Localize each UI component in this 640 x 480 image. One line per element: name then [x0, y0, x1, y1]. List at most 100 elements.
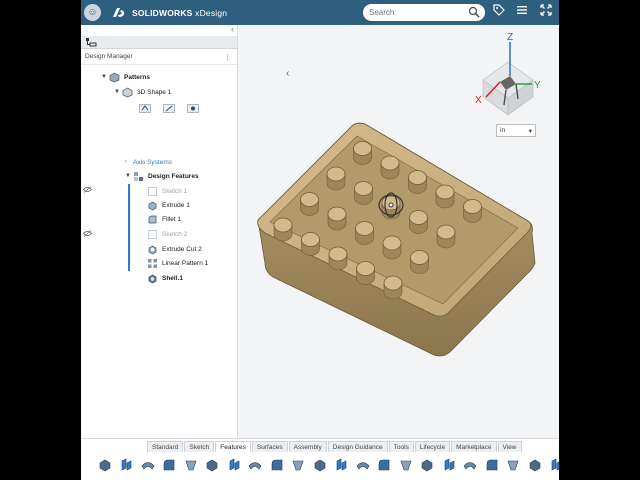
tab-assembly[interactable]: Assembly: [288, 441, 327, 452]
tab-standard[interactable]: Standard: [147, 441, 184, 452]
chevron-down-icon: ▾: [528, 127, 532, 135]
expand-arrow-icon[interactable]: ›: [125, 159, 133, 165]
collapse-panel-icon[interactable]: ‹: [231, 24, 234, 34]
sketch-icon: [148, 229, 157, 239]
isolate-icon[interactable]: [187, 103, 199, 113]
pattern-tool-icon[interactable]: [310, 456, 329, 474]
point-tool-icon[interactable]: [439, 456, 458, 474]
tab-tools[interactable]: Tools: [388, 441, 414, 452]
appearance-tool-icon[interactable]: [525, 456, 544, 474]
app-brand: SOLIDWORKS xDesign: [132, 8, 227, 18]
fullscreen-icon[interactable]: [538, 4, 554, 20]
tree-label: Axis Systems: [133, 158, 173, 166]
split-tool-icon[interactable]: [375, 456, 394, 474]
cylinder-post: [435, 184, 455, 209]
mirror-tool-icon[interactable]: [332, 456, 351, 474]
hidden-eye-icon[interactable]: [83, 230, 92, 239]
search-box[interactable]: [363, 4, 485, 21]
tree-item-design-features[interactable]: ▼ Design Features: [125, 169, 199, 183]
more-tools-icon[interactable]: [547, 456, 559, 474]
tray-model[interactable]: [257, 122, 536, 357]
chamfer-tool-icon[interactable]: [181, 456, 200, 474]
command-tabs: Standard Sketch Features Surfaces Assembly De…: [147, 441, 523, 453]
tree-label: Linear Pattern 1: [162, 259, 209, 267]
ds-logo-icon: [113, 7, 125, 17]
draft-tool-icon[interactable]: [246, 456, 265, 474]
patterns-icon: [109, 72, 120, 82]
cylinder-post: [410, 250, 429, 274]
move-tool-icon[interactable]: [396, 456, 415, 474]
tree-item-sketch-1[interactable]: Sketch 1: [147, 184, 187, 198]
measure-tool-icon[interactable]: [482, 456, 501, 474]
expand-arrow-icon[interactable]: ▼: [114, 89, 122, 95]
expand-arrow-icon[interactable]: ▼: [101, 74, 109, 80]
more-options-icon[interactable]: ⋮: [225, 53, 232, 61]
cylinder-post: [382, 235, 402, 260]
cylinder-post: [273, 217, 293, 242]
tree-item-axis-systems[interactable]: › Axis Systems: [125, 155, 172, 169]
cylinder-post: [463, 199, 482, 223]
cylinder-post: [409, 210, 428, 234]
feature-tools: [95, 456, 559, 474]
cylinder-post: [355, 221, 374, 245]
view-icon[interactable]: [139, 103, 151, 113]
linear-pattern-icon: [148, 258, 157, 268]
graphics-viewport[interactable]: X Z Y: [238, 25, 559, 438]
expand-arrow-icon[interactable]: ▼: [125, 173, 133, 179]
cylinder-post: [354, 181, 373, 205]
shell-tool-icon[interactable]: [203, 456, 222, 474]
tab-design-guidance[interactable]: Design Guidance: [327, 441, 388, 452]
tab-surfaces[interactable]: Surfaces: [251, 441, 288, 452]
avatar[interactable]: ☺: [84, 4, 101, 21]
tree-item-linear-pattern-1[interactable]: Linear Pattern 1: [147, 256, 208, 270]
cylinder-post: [436, 224, 456, 249]
product-name: xDesign: [195, 7, 228, 18]
model-canvas[interactable]: X Z Y: [238, 25, 559, 438]
tag-icon[interactable]: [491, 4, 507, 20]
tab-lifecycle[interactable]: Lifecycle: [414, 441, 451, 452]
extrude-icon: [148, 201, 157, 210]
command-bar: Standard Sketch Features Surfaces Assembly De…: [81, 438, 559, 480]
unit-select[interactable]: in ▾: [496, 124, 536, 137]
cylinder-post: [380, 155, 400, 180]
fillet-tool-icon[interactable]: [160, 456, 179, 474]
collapse-arrow-icon[interactable]: ‹: [286, 68, 289, 79]
menu-icon[interactable]: [514, 4, 530, 20]
tab-features[interactable]: Features: [215, 441, 251, 452]
boolean-tool-icon[interactable]: [353, 456, 372, 474]
tree-tab-icon[interactable]: [85, 37, 97, 48]
tab-sketch[interactable]: Sketch: [184, 441, 215, 452]
tree-item-extrude-1[interactable]: Extrude 1: [147, 198, 190, 212]
features-icon: [134, 171, 143, 181]
tab-marketplace[interactable]: Marketplace: [451, 441, 497, 452]
sweep-tool-icon[interactable]: [138, 456, 157, 474]
hole-tool-icon[interactable]: [224, 456, 243, 474]
revolve-tool-icon[interactable]: [117, 456, 136, 474]
tree-label: Shell.1: [162, 274, 183, 282]
cylinder-post: [328, 246, 348, 271]
tree-label: Design Features: [148, 172, 199, 180]
tree-label: Patterns: [124, 73, 151, 81]
tree-label: Extrude Cut 2: [162, 245, 202, 253]
tree-item-extrude-cut-2[interactable]: Extrude Cut 2: [147, 242, 202, 256]
tree-item-sketch-2[interactable]: Sketch 2: [147, 227, 187, 241]
tree-label: 3D Shape 1: [137, 88, 172, 96]
loft-tool-icon[interactable]: [289, 456, 308, 474]
cylinder-post: [383, 275, 403, 300]
plane-tool-icon[interactable]: [418, 456, 437, 474]
view-triad-icon[interactable]: X Z Y: [475, 32, 541, 116]
search-icon[interactable]: [468, 6, 480, 18]
edit-icon[interactable]: [163, 103, 175, 113]
axis-tool-icon[interactable]: [461, 456, 480, 474]
tab-view[interactable]: View: [497, 441, 522, 452]
tree-item-fillet-1[interactable]: Fillet 1: [147, 212, 181, 226]
panel-tabs: [81, 36, 237, 49]
tree-item-shell-1[interactable]: Shell.1: [147, 271, 183, 285]
hidden-eye-icon[interactable]: [83, 186, 92, 195]
rib-tool-icon[interactable]: [267, 456, 286, 474]
section-tool-icon[interactable]: [504, 456, 523, 474]
extrude-tool-icon[interactable]: [95, 456, 114, 474]
tree-item-patterns[interactable]: ▼ Patterns: [101, 70, 150, 84]
tree-item-3d-shape[interactable]: ▼ 3D Shape 1: [114, 85, 171, 99]
search-input[interactable]: [369, 8, 469, 17]
